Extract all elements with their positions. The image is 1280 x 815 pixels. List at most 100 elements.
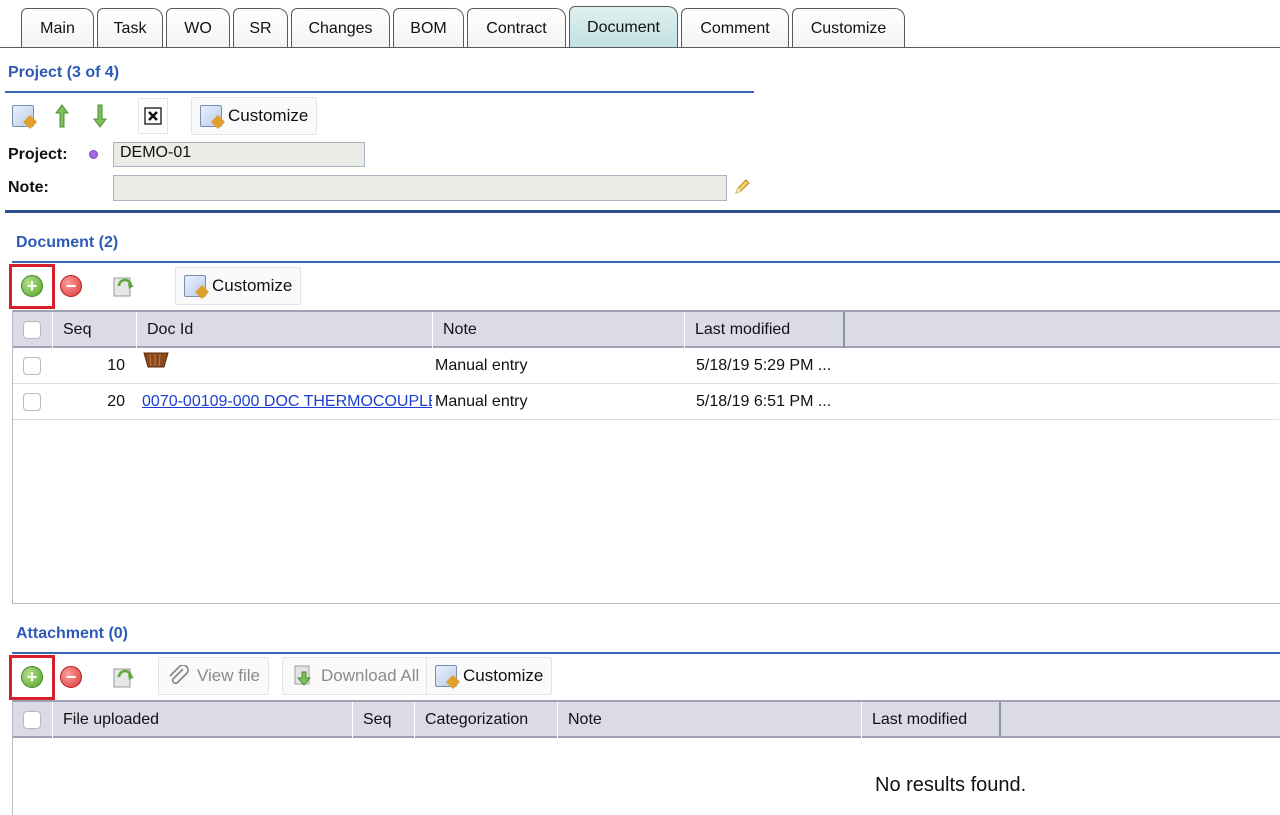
- edit-list-icon: [12, 105, 34, 127]
- select-all-cell: [13, 312, 53, 348]
- document-customize-button[interactable]: Customize: [175, 267, 302, 305]
- column-header-seq[interactable]: Seq: [53, 312, 137, 348]
- tab-label: Task: [113, 19, 147, 37]
- pencil-icon: [735, 179, 750, 194]
- document-thumbnail-icon: [143, 352, 169, 368]
- required-indicator-icon: [89, 150, 98, 159]
- table-row[interactable]: 20 0070-00109-000 DOC THERMOCOUPLE Manua…: [13, 384, 1279, 420]
- attachment-table-header: File uploaded Seq Categorization Note La…: [13, 700, 1280, 738]
- tab-contract[interactable]: Contract: [467, 8, 566, 48]
- project-title-underline: [5, 91, 754, 93]
- tab-main[interactable]: Main: [21, 8, 94, 48]
- close-button[interactable]: [138, 98, 168, 134]
- note-cell: Manual entry: [435, 357, 528, 374]
- view-file-button[interactable]: View file: [158, 657, 269, 695]
- document-table: Seq Doc Id Note Last modified 10 Manual …: [12, 310, 1280, 604]
- last-modified-cell: 5/18/19 6:51 PM ...: [696, 393, 832, 410]
- edit-list-button[interactable]: [10, 98, 36, 134]
- attachment-remove-button[interactable]: −: [58, 659, 84, 695]
- table-row[interactable]: 10 Manual entry 5/18/19 5:29 PM ...: [13, 348, 1279, 384]
- customize-icon: [184, 275, 206, 297]
- tab-label: Customize: [810, 19, 887, 37]
- note-label: Note:: [8, 179, 49, 196]
- download-all-button[interactable]: Download All: [282, 657, 429, 695]
- note-field[interactable]: [113, 175, 727, 201]
- arrow-up-icon: [55, 104, 69, 128]
- tab-comment[interactable]: Comment: [681, 8, 789, 48]
- column-header-last-modified[interactable]: Last modified: [685, 312, 845, 348]
- column-header-seq[interactable]: Seq: [353, 702, 415, 738]
- document-title-underline: [12, 261, 1280, 263]
- download-all-label: Download All: [321, 666, 420, 685]
- refresh-icon: [113, 668, 134, 688]
- move-up-button[interactable]: [50, 98, 74, 134]
- doc-id-cell: [143, 348, 169, 384]
- select-all-checkbox[interactable]: [23, 321, 41, 339]
- tab-document[interactable]: Document: [569, 6, 678, 48]
- tab-label: Comment: [700, 19, 770, 37]
- move-down-button[interactable]: [88, 98, 112, 134]
- select-all-cell: [13, 702, 53, 738]
- tab-bom[interactable]: BOM: [393, 8, 464, 48]
- tab-sr[interactable]: SR: [233, 8, 288, 48]
- remove-icon: −: [60, 666, 82, 688]
- last-modified-cell: 5/18/19 5:29 PM ...: [696, 357, 832, 374]
- attachment-section-title: Attachment (0): [16, 625, 129, 642]
- attachment-customize-button[interactable]: Customize: [426, 657, 553, 695]
- document-refresh-button[interactable]: [104, 268, 144, 304]
- project-label: Project:: [8, 146, 68, 163]
- arrow-down-icon: [93, 104, 107, 128]
- row-checkbox[interactable]: [23, 357, 41, 375]
- tab-label: WO: [184, 19, 212, 37]
- column-header-note[interactable]: Note: [558, 702, 862, 738]
- seq-cell: 10: [107, 357, 125, 374]
- row-select-cell: [23, 348, 41, 384]
- section-divider: [5, 210, 1280, 213]
- seq-cell: 20: [107, 393, 125, 410]
- attachment-title-underline: [12, 652, 1280, 654]
- customize-label: Customize: [228, 106, 309, 125]
- note-edit-button[interactable]: [733, 178, 751, 201]
- row-select-cell: [23, 384, 41, 420]
- tab-customize[interactable]: Customize: [792, 8, 905, 48]
- column-header-last-modified[interactable]: Last modified: [862, 702, 1001, 738]
- tab-bar: Main Task WO SR Changes BOM Contract Doc…: [0, 0, 1280, 48]
- column-header-categorization[interactable]: Categorization: [415, 702, 558, 738]
- document-section-title: Document (2): [16, 234, 119, 251]
- row-checkbox[interactable]: [23, 393, 41, 411]
- column-header-file-uploaded[interactable]: File uploaded: [53, 702, 353, 738]
- project-field[interactable]: DEMO-01: [113, 142, 365, 167]
- tab-label: BOM: [410, 19, 447, 37]
- attachment-refresh-button[interactable]: [104, 659, 144, 695]
- close-icon: [144, 107, 162, 125]
- select-all-checkbox[interactable]: [23, 711, 41, 729]
- document-remove-button[interactable]: −: [58, 268, 84, 304]
- tab-label: Contract: [486, 19, 547, 37]
- column-header-doc-id[interactable]: Doc Id: [137, 312, 433, 348]
- add-button-highlight: [9, 264, 55, 309]
- tab-task[interactable]: Task: [97, 8, 163, 48]
- tab-wo[interactable]: WO: [166, 8, 230, 48]
- customize-label: Customize: [212, 276, 293, 295]
- doc-id-link[interactable]: 0070-00109-000 DOC THERMOCOUPLE: [142, 384, 432, 420]
- project-customize-button[interactable]: Customize: [191, 97, 318, 135]
- tab-bar-divider: [0, 47, 1280, 48]
- tab-label: Changes: [308, 19, 373, 37]
- note-cell: Manual entry: [435, 393, 528, 410]
- add-button-highlight: [9, 655, 55, 700]
- document-table-header: Seq Doc Id Note Last modified: [13, 310, 1280, 348]
- project-section-title: Project (3 of 4): [8, 64, 120, 81]
- customize-icon: [200, 105, 222, 127]
- column-header-note[interactable]: Note: [433, 312, 685, 348]
- customize-icon: [435, 665, 457, 687]
- download-icon: [294, 665, 312, 686]
- view-file-label: View file: [197, 666, 260, 685]
- paperclip-icon: [169, 665, 189, 685]
- attachment-table: File uploaded Seq Categorization Note La…: [12, 700, 1280, 815]
- tab-label: Document: [587, 18, 660, 36]
- tab-label: SR: [249, 19, 272, 37]
- tab-label: Main: [40, 19, 75, 37]
- refresh-icon: [113, 277, 134, 297]
- tab-changes[interactable]: Changes: [291, 8, 390, 48]
- empty-results-message: No results found.: [875, 774, 1027, 796]
